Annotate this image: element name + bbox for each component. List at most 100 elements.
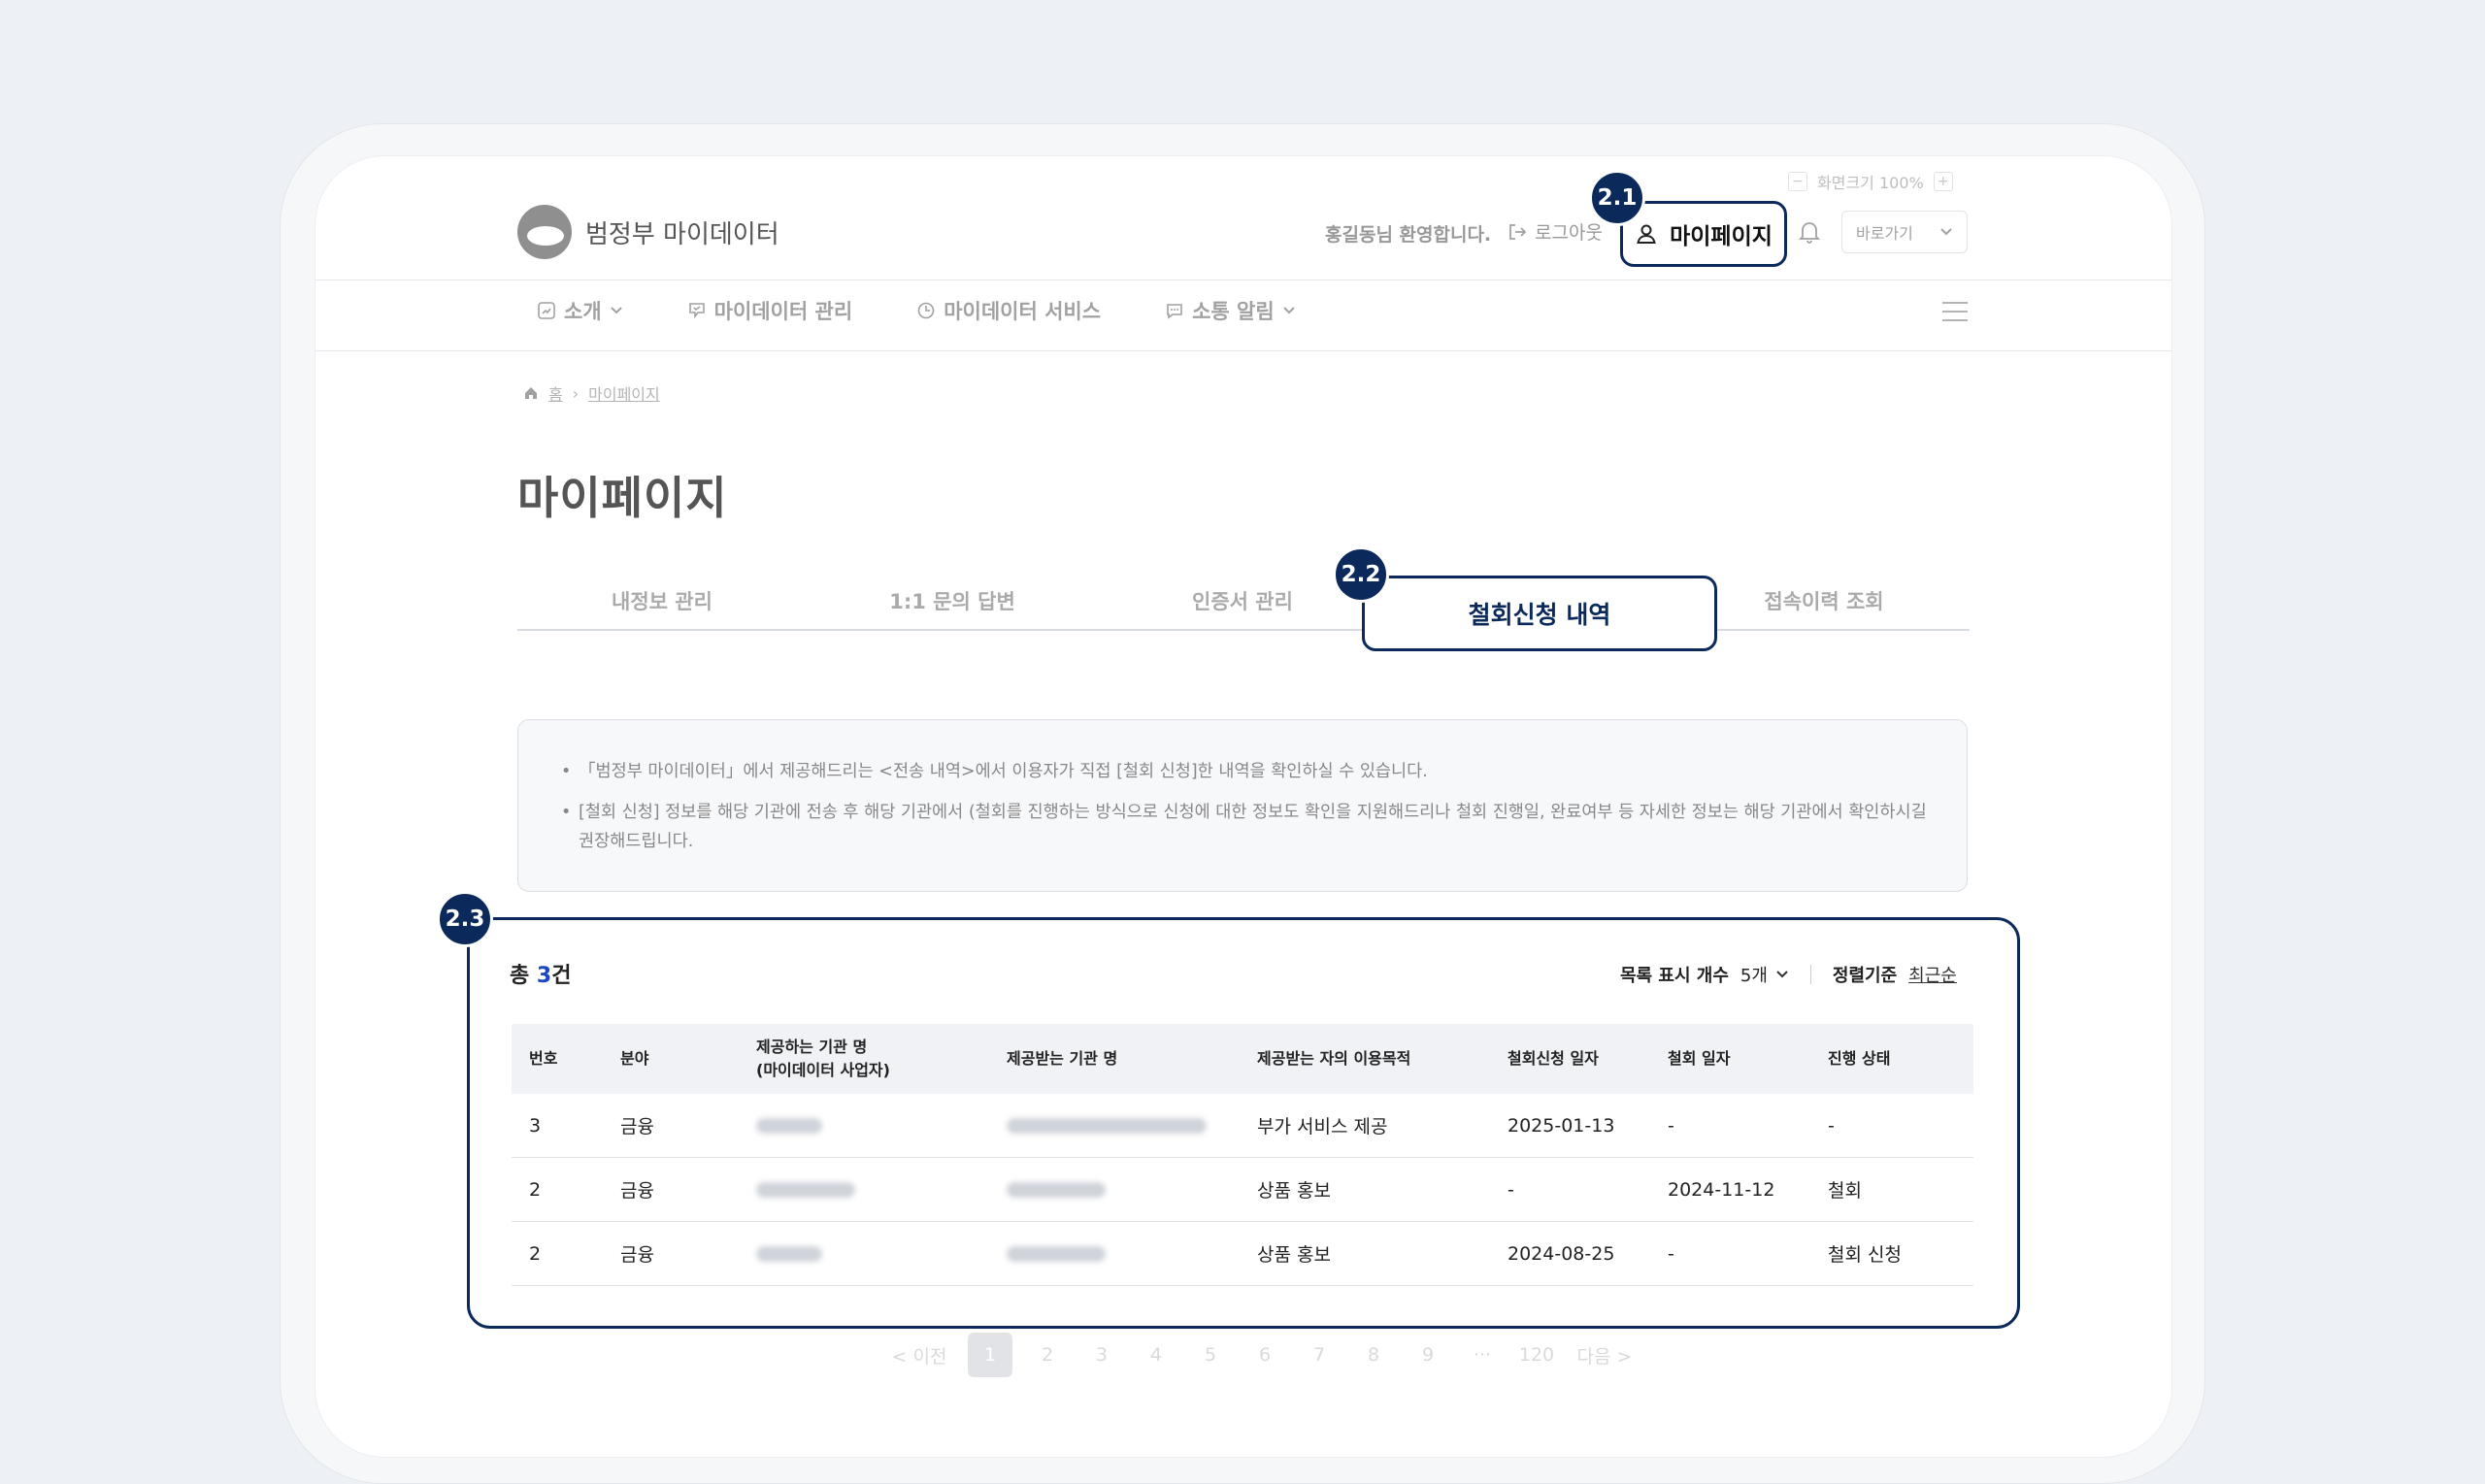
pagination-page[interactable]: 8 — [1346, 1344, 1401, 1366]
logout-icon — [1509, 223, 1527, 240]
pagination-ellipsis: ··· — [1473, 1344, 1492, 1366]
chat-icon — [1167, 304, 1182, 319]
total-count-value: 3 — [536, 964, 552, 988]
zoom-out-button[interactable]: − — [1788, 172, 1807, 191]
cell-status: - — [1810, 1094, 1973, 1158]
cell-provider-redacted — [739, 1157, 989, 1222]
mypage-button[interactable]: 마이페이지 — [1620, 201, 1787, 267]
pagination-page[interactable]: 120 — [1509, 1344, 1564, 1366]
cell-request-date: 2024-08-25 — [1490, 1221, 1650, 1286]
cell-purpose: 상품 홍보 — [1240, 1157, 1490, 1222]
site-logo-text[interactable]: 범정부 마이데이터 — [585, 214, 779, 250]
logout-label: 로그아웃 — [1535, 222, 1603, 244]
page-size-label: 목록 표시 개수 — [1620, 966, 1729, 986]
tab-profile[interactable]: 내정보 관리 — [612, 586, 712, 615]
pagination-page[interactable]: 7 — [1292, 1344, 1346, 1366]
bell-icon[interactable] — [1799, 220, 1820, 244]
chevron-down-icon — [1940, 228, 1952, 236]
cell-withdrawal-date: - — [1650, 1221, 1810, 1286]
breadcrumb-current[interactable]: 마이페이지 — [588, 381, 660, 405]
cell-request-date: 2025-01-13 — [1490, 1094, 1650, 1158]
pagination-page[interactable]: 4 — [1129, 1344, 1183, 1366]
page-size-select[interactable]: 5개 — [1740, 962, 1789, 987]
cell-recipient-redacted — [989, 1094, 1240, 1158]
table-row[interactable]: 2 금융 상품 홍보 - 2024-11-12 철회 — [512, 1157, 1973, 1222]
table-row[interactable]: 3 금융 부가 서비스 제공 2025-01-13 - - — [512, 1094, 1973, 1158]
nav-label: 소개 — [564, 300, 602, 323]
notice-item: [철회 신청] 정보를 해당 기관에 전송 후 해당 기관에서 (철회를 진행하… — [561, 798, 1928, 856]
hamburger-menu-icon[interactable] — [1942, 302, 1968, 328]
cell-provider-redacted — [739, 1094, 989, 1158]
col-header-recipient: 제공받는 기관 명 — [1007, 1049, 1118, 1068]
nav-item-mydata-service[interactable]: 마이데이터 서비스 — [916, 296, 1101, 325]
pagination-page[interactable]: 9 — [1401, 1344, 1455, 1366]
logout-link[interactable]: 로그아웃 — [1508, 218, 1603, 245]
nav-divider — [315, 350, 2171, 351]
pagination: < 이전 1 2 3 4 5 6 7 8 9 ··· 120 다음 > — [878, 1333, 1645, 1377]
annotation-badge-2-1: 2.1 — [1589, 170, 1645, 226]
cell-purpose: 상품 홍보 — [1240, 1221, 1490, 1286]
tab-underline — [517, 629, 1970, 631]
zoom-in-button[interactable]: + — [1933, 172, 1953, 191]
main-nav: 소개 마이데이터 관리 마이데이터 서비스 소통 알림 — [537, 296, 1296, 325]
cell-recipient-redacted — [989, 1157, 1240, 1222]
col-header-request-date: 철회신청 일자 — [1508, 1049, 1599, 1068]
chart-doc-icon — [538, 302, 555, 319]
user-icon — [1637, 224, 1656, 244]
breadcrumb-home[interactable]: 홈 — [548, 381, 563, 405]
pagination-page[interactable]: 5 — [1183, 1344, 1238, 1366]
zoom-control: − 화면크기 100% + — [1788, 170, 1953, 193]
cell-field: 금융 — [603, 1157, 739, 1222]
col-header-number: 번호 — [529, 1049, 558, 1068]
tab-certificate[interactable]: 인증서 관리 — [1192, 586, 1293, 615]
annotation-badge-2-2: 2.2 — [1333, 546, 1389, 603]
pagination-next[interactable]: 다음 > — [1564, 1342, 1645, 1369]
pagination-prev[interactable]: < 이전 — [878, 1342, 960, 1369]
tab-bar: 내정보 관리 1:1 문의 답변 인증서 관리 접속이력 조회 — [517, 577, 1970, 631]
total-count: 총 3건 — [510, 964, 572, 988]
sort-select[interactable]: 최근순 — [1908, 962, 1957, 987]
goto-select[interactable]: 바로가기 — [1841, 211, 1968, 253]
col-header-purpose: 제공받는 자의 이용목적 — [1257, 1049, 1411, 1068]
notice-box: 「범정부 마이데이터」에서 제공해드리는 <전송 내역>에서 이용자가 직접 [… — [517, 719, 1968, 892]
tab-inquiry[interactable]: 1:1 문의 답변 — [889, 586, 1015, 615]
cell-field: 금융 — [603, 1221, 739, 1286]
withdrawal-table: 번호 분야 제공하는 기관 명 (마이데이터 사업자) 제공받는 기관 명 제공받… — [512, 1024, 1973, 1286]
nav-item-communication[interactable]: 소통 알림 — [1165, 296, 1296, 325]
col-header-provider: 제공하는 기관 명 (마이데이터 사업자) — [756, 1038, 890, 1079]
clock-icon — [917, 302, 935, 319]
cell-field: 금융 — [603, 1094, 739, 1158]
tab-withdrawal-history[interactable]: 철회신청 내역 — [1362, 576, 1717, 651]
government-logo-icon[interactable] — [517, 205, 572, 259]
pagination-page[interactable]: 3 — [1075, 1344, 1129, 1366]
cell-provider-redacted — [739, 1221, 989, 1286]
goto-label: 바로가기 — [1856, 224, 1913, 243]
page-title: 마이페이지 — [517, 472, 728, 524]
cell-withdrawal-date: - — [1650, 1094, 1810, 1158]
nav-label: 마이데이터 관리 — [713, 300, 853, 323]
chevron-down-icon — [610, 307, 622, 314]
annotation-badge-2-3: 2.3 — [437, 891, 493, 947]
table-row[interactable]: 2 금융 상품 홍보 2024-08-25 - 철회 신청 — [512, 1221, 1973, 1286]
options-divider — [1809, 965, 1811, 984]
notice-item: 「범정부 마이데이터」에서 제공해드리는 <전송 내역>에서 이용자가 직접 [… — [561, 757, 1928, 786]
pagination-page[interactable]: 2 — [1020, 1344, 1075, 1366]
cell-number: 2 — [512, 1221, 603, 1286]
pagination-page-current[interactable]: 1 — [968, 1333, 1012, 1377]
list-options: 목록 표시 개수 5개 정렬기준 최근순 — [1620, 962, 1957, 987]
cell-recipient-redacted — [989, 1221, 1240, 1286]
cell-status: 철회 — [1810, 1157, 1973, 1222]
zoom-label: 화면크기 100% — [1817, 174, 1924, 192]
nav-label: 소통 알림 — [1192, 300, 1275, 323]
cell-status: 철회 신청 — [1810, 1221, 1973, 1286]
chevron-right-icon: › — [572, 383, 580, 403]
shield-check-icon — [688, 303, 705, 319]
cell-number: 2 — [512, 1157, 603, 1222]
tab-access-log[interactable]: 접속이력 조회 — [1764, 586, 1883, 615]
nav-item-mydata-manage[interactable]: 마이데이터 관리 — [687, 296, 853, 325]
cell-request-date: - — [1490, 1157, 1650, 1222]
col-header-status: 진행 상태 — [1828, 1049, 1891, 1068]
nav-item-intro[interactable]: 소개 — [537, 296, 623, 325]
table-header-row: 번호 분야 제공하는 기관 명 (마이데이터 사업자) 제공받는 기관 명 제공받… — [512, 1024, 1973, 1094]
pagination-page[interactable]: 6 — [1238, 1344, 1292, 1366]
